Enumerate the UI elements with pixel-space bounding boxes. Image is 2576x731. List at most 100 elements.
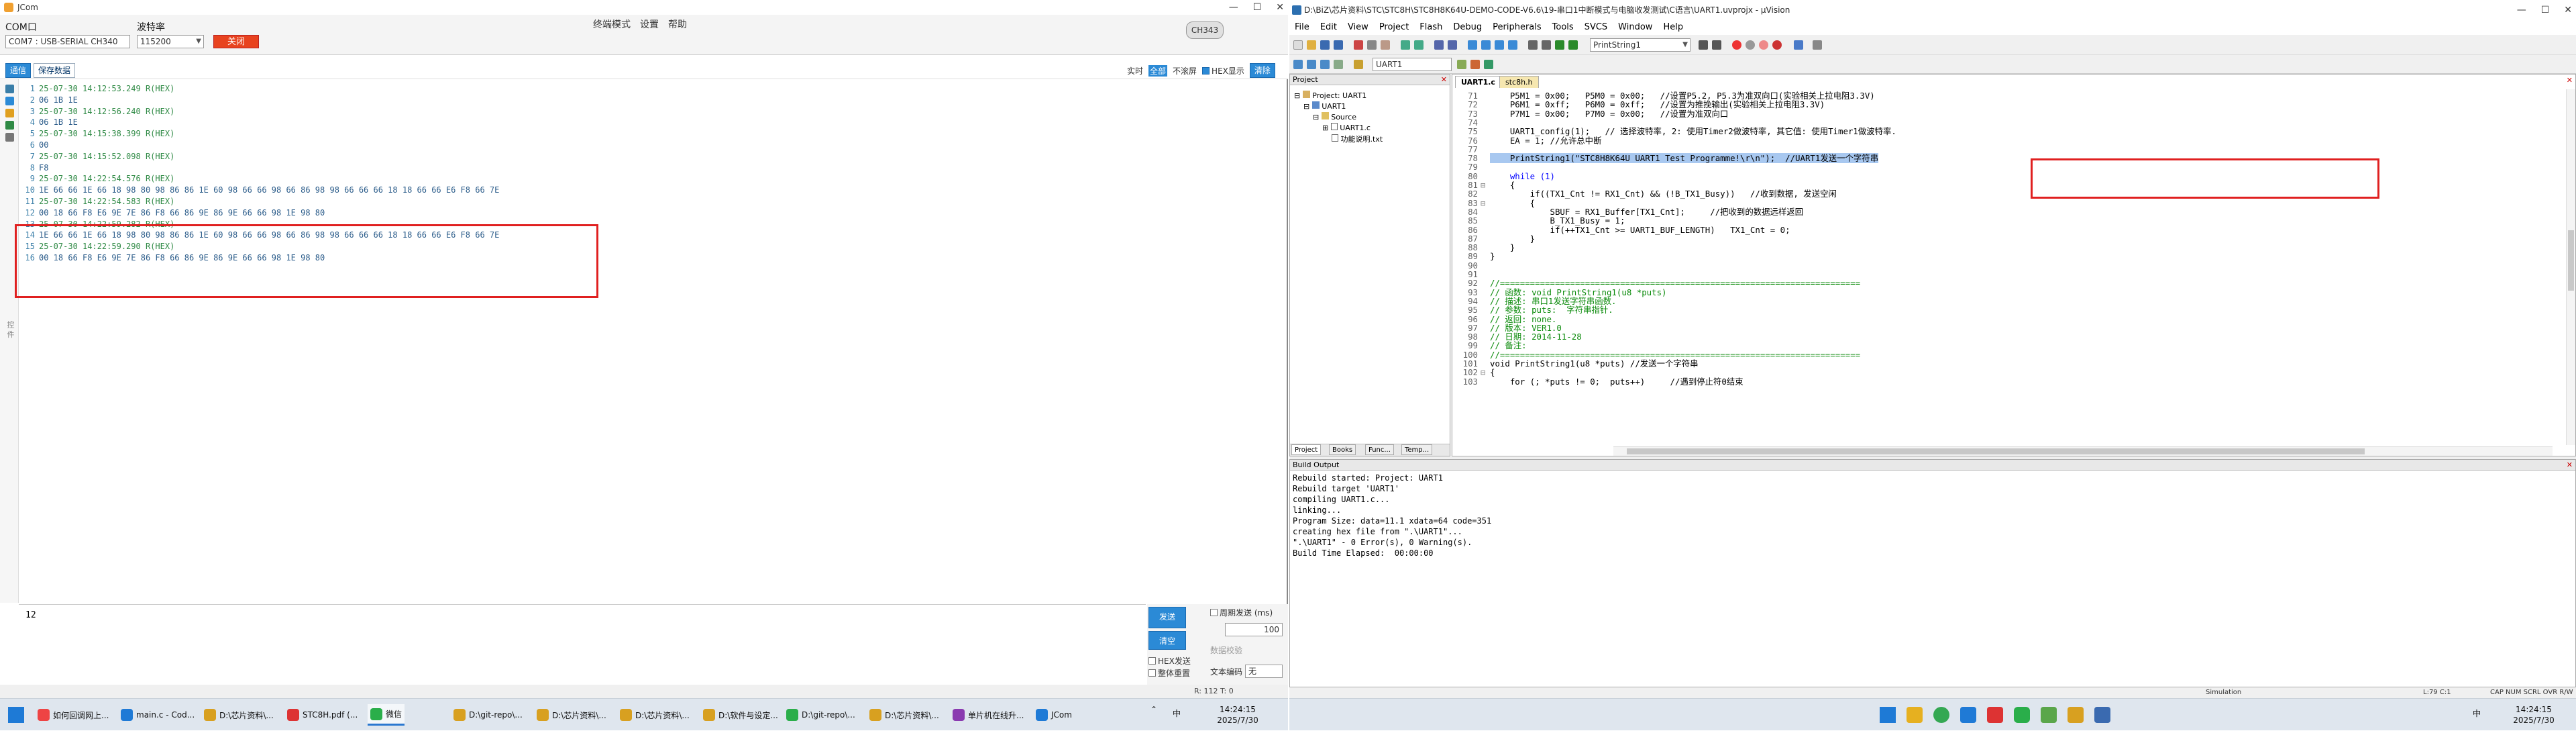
search-icon[interactable] [1712,40,1721,50]
redo-icon[interactable] [1414,40,1424,50]
comment-icon[interactable] [1555,40,1564,50]
app-icon[interactable] [2041,707,2057,723]
vscode-icon[interactable] [1960,707,1976,723]
periodic-send-checkbox[interactable]: 周期发送 (ms) [1210,607,1273,618]
save-icon[interactable] [1320,40,1330,50]
code-line[interactable]: 95// 参数: puts: 字符串指针. [1452,305,2553,315]
start-icon[interactable] [1880,707,1896,723]
fold-marker-icon[interactable]: ⊟ [1481,181,1490,189]
paste-icon[interactable] [1381,40,1390,50]
unindent-icon[interactable] [1542,40,1551,50]
wps-icon[interactable] [1987,707,2003,723]
select-packs-icon[interactable] [1484,60,1493,69]
configure-icon[interactable] [1813,40,1822,50]
tree-file-readme[interactable]: 功能说明.txt [1332,134,1383,144]
code-line[interactable]: 94// 描述: 串口1发送字符串函数. [1452,297,2553,306]
editor-vscrollbar[interactable] [2566,89,2575,445]
all-option[interactable]: 全部 [1148,64,1168,77]
ime-indicator[interactable]: 中 [1170,699,1183,731]
code-line[interactable]: 80 while (1) [1452,172,2553,181]
menu-item[interactable]: Debug [1453,20,1482,35]
refresh-icon[interactable] [5,97,14,105]
tab-templates[interactable]: Temp... [1401,444,1433,455]
menu-terminal-mode[interactable]: 终端模式 [593,17,631,31]
maximize-icon[interactable]: ☐ [1253,0,1262,15]
clear-send-button[interactable]: 清空 [1148,631,1186,650]
fold-marker-icon[interactable]: ⊟ [1481,368,1490,377]
code-line[interactable]: 88 } [1452,243,2553,252]
taskbar-item[interactable]: 如何回调网上... [35,704,111,726]
save-all-icon[interactable] [1334,40,1343,50]
build-icon[interactable] [1307,60,1316,69]
build-output-text[interactable]: Rebuild started: Project: UART1 Rebuild t… [1290,473,2575,675]
close-icon[interactable]: ✕ [2567,460,2573,471]
menu-help[interactable]: 帮助 [668,17,687,31]
menu-item[interactable]: Tools [1552,20,1574,35]
code-line[interactable]: 93// 函数: void PrintString1(u8 *puts) [1452,288,2553,297]
menu-item[interactable]: Edit [1320,20,1337,35]
find-in-files-icon[interactable] [1699,40,1708,50]
tab-books[interactable]: Books [1329,444,1356,455]
menu-item[interactable]: File [1295,20,1309,35]
menu-settings[interactable]: 设置 [640,17,659,31]
menu-item[interactable]: Help [1663,20,1683,35]
breakpoint-icon[interactable] [1746,40,1755,50]
editor-hscrollbar[interactable] [1613,446,2553,456]
code-line[interactable]: 75 UART1_config(1); // 选择波特率, 2: 使用Timer… [1452,127,2553,136]
baud-select[interactable]: 115200 ▼ [137,35,204,48]
undo-icon[interactable] [1401,40,1410,50]
taskbar-item[interactable]: D:\芯片资料\... [201,704,276,726]
code-lines[interactable]: 71 P5M1 = 0x00; P5M0 = 0x00; //设置P5.2, P… [1452,89,2553,445]
hex-display-checkbox[interactable]: HEX显示 [1202,65,1244,77]
close-icon[interactable]: ✕ [1276,0,1284,15]
tab-save-data[interactable]: 保存数据 [34,63,76,78]
code-line[interactable]: 76 EA = 1; //允许总中断 [1452,136,2553,146]
download-icon[interactable] [1354,60,1363,69]
clear-recv-button[interactable]: 清除 [1249,63,1275,78]
scroll-thumb[interactable] [2568,230,2574,291]
maximize-icon[interactable]: ☐ [2541,0,2550,20]
hex-send-checkbox[interactable]: HEX发送 [1148,655,1191,667]
minimize-icon[interactable]: — [1229,0,1238,15]
menu-item[interactable]: View [1348,20,1368,35]
close-icon[interactable]: ✕ [1441,75,1447,85]
settings-icon[interactable] [5,109,14,117]
menu-item[interactable]: SVCS [1585,20,1607,35]
fold-marker-icon[interactable]: ⊟ [1481,199,1490,207]
filter-icon[interactable] [5,133,14,142]
code-line[interactable]: 98// 日期: 2014-11-28 [1452,332,2553,342]
file-explorer-icon[interactable] [1907,707,1923,723]
send-input[interactable]: 12 [19,604,1146,685]
tree-project-root[interactable]: ⊟ Project: UART1 [1294,91,1366,100]
taskbar-item[interactable]: D:\芯片资料\... [617,704,692,726]
uvision-taskbar-icon[interactable] [2094,707,2110,723]
copy-icon[interactable] [1367,40,1377,50]
code-line[interactable]: 86 if(++TX1_Cnt >= UART1_BUF_LENGTH) TX1… [1452,226,2553,235]
close-port-button[interactable]: 关闭 [213,35,259,48]
chrome-icon[interactable] [1933,707,1949,723]
target-options-icon[interactable] [1457,60,1466,69]
bookmark-clear-icon[interactable] [1508,40,1517,50]
taskbar-item[interactable]: D:\芯片资料\... [534,704,609,726]
tree-target[interactable]: ⊟ UART1 [1303,101,1346,111]
code-line[interactable]: 103 for (; *puts != 0; puts++) //遇到停止符0结… [1452,377,2553,387]
taskbar-item[interactable]: main.c - Cod... [118,704,197,726]
port-select[interactable]: COM7 : USB-SERIAL CH340 [5,35,130,48]
code-line[interactable]: 101 void PrintString1(u8 *puts) //发送一个字符串 [1452,359,2553,369]
window-layout-icon[interactable] [1794,40,1803,50]
tab-functions[interactable]: Func... [1365,444,1394,455]
menu-item[interactable]: Flash [1419,20,1442,35]
text-encoding-select[interactable]: 无 [1245,665,1283,678]
code-line[interactable]: 73 P7M1 = 0x00; P7M0 = 0x00; //设置为准双向口 [1452,109,2553,119]
tab-project[interactable]: Project [1291,444,1322,455]
taskbar-item[interactable]: JCom [1033,704,1075,726]
code-line[interactable]: 96// 返回: none. [1452,315,2553,324]
ime-indicator[interactable]: 中 [2470,699,2483,731]
save-icon[interactable] [5,85,14,93]
taskbar-item[interactable]: D:\git-repo\... [784,704,858,726]
batch-build-icon[interactable] [1334,60,1343,69]
taskbar-item[interactable]: D:\芯片资料\... [867,704,942,726]
cut-icon[interactable] [1354,40,1363,50]
taskbar-item[interactable]: 微信 [368,704,405,726]
chevron-up-icon[interactable]: ⌃ [1147,699,1161,731]
